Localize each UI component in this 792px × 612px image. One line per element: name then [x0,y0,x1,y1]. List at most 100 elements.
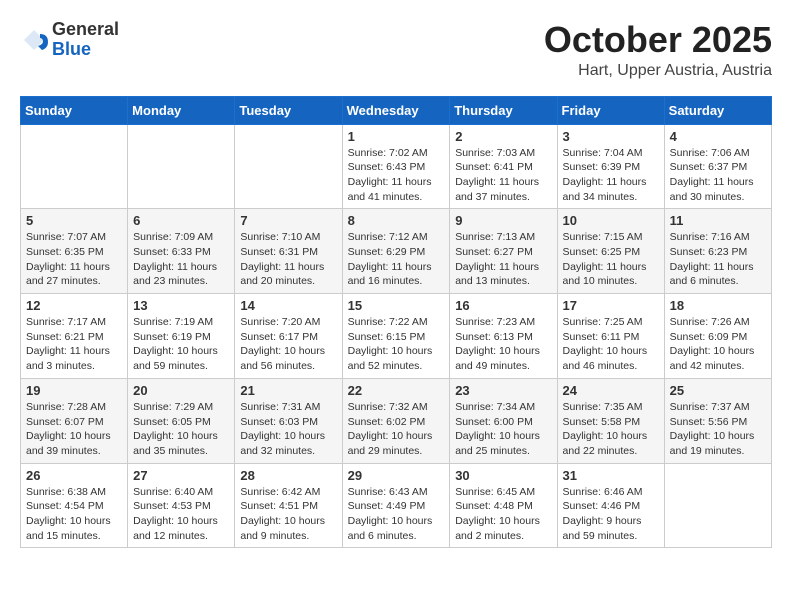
logo-blue: Blue [52,40,119,60]
cell-content: Sunrise: 7:07 AM Sunset: 6:35 PM Dayligh… [26,230,122,289]
day-number: 22 [348,383,445,398]
day-number: 6 [133,213,229,228]
day-number: 19 [26,383,122,398]
cell-content: Sunrise: 7:12 AM Sunset: 6:29 PM Dayligh… [348,230,445,289]
calendar-cell: 7Sunrise: 7:10 AM Sunset: 6:31 PM Daylig… [235,209,342,294]
cell-content: Sunrise: 6:45 AM Sunset: 4:48 PM Dayligh… [455,485,551,544]
calendar-cell: 26 Sunrise: 6:38 AM Sunset: 4:54 PM Dayli… [21,463,128,548]
cell-content: Sunrise: 7:16 AM Sunset: 6:23 PM Dayligh… [670,230,766,289]
calendar-week-row: 1Sunrise: 7:02 AM Sunset: 6:43 PM Daylig… [21,124,772,209]
calendar-cell: 23Sunrise: 7:34 AM Sunset: 6:00 PM Dayli… [450,378,557,463]
calendar-cell: 3 Sunrise: 7:04 AM Sunset: 6:39 PM Daylig… [557,124,664,209]
cell-content: Sunrise: 7:02 AM Sunset: 6:43 PM Dayligh… [348,146,445,205]
calendar-cell: 6 Sunrise: 7:09 AM Sunset: 6:33 PM Daylig… [128,209,235,294]
logo: General Blue [20,20,119,60]
cell-content: Sunrise: 7:26 AM Sunset: 6:09 PM Dayligh… [670,315,766,374]
calendar-table: SundayMondayTuesdayWednesdayThursdayFrid… [20,96,772,549]
calendar-cell: 29 Sunrise: 6:43 AM Sunset: 4:49 PM Dayli… [342,463,450,548]
calendar-week-row: 19Sunrise: 7:28 AM Sunset: 6:07 PM Dayli… [21,378,772,463]
day-number: 16 [455,298,551,313]
cell-content: Sunrise: 7:10 AM Sunset: 6:31 PM Dayligh… [240,230,336,289]
day-number: 29 [348,468,445,483]
logo-text: General Blue [52,20,119,60]
calendar-cell: 21 Sunrise: 7:31 AM Sunset: 6:03 PM Dayli… [235,378,342,463]
calendar-cell [664,463,771,548]
calendar-cell: 17Sunrise: 7:25 AM Sunset: 6:11 PM Dayli… [557,294,664,379]
day-number: 21 [240,383,336,398]
cell-content: Sunrise: 6:43 AM Sunset: 4:49 PM Dayligh… [348,485,445,544]
page-header: General Blue October 2025 Hart, Upper Au… [20,20,772,80]
weekday-header: Monday [128,96,235,124]
day-number: 5 [26,213,122,228]
day-number: 18 [670,298,766,313]
day-number: 11 [670,213,766,228]
cell-content: Sunrise: 7:20 AM Sunset: 6:17 PM Dayligh… [240,315,336,374]
calendar-cell: 4Sunrise: 7:06 AM Sunset: 6:37 PM Daylig… [664,124,771,209]
calendar-week-row: 12 Sunrise: 7:17 AM Sunset: 6:21 PM Dayli… [21,294,772,379]
calendar-cell: 27Sunrise: 6:40 AM Sunset: 4:53 PM Dayli… [128,463,235,548]
day-number: 13 [133,298,229,313]
weekday-header: Tuesday [235,96,342,124]
calendar-cell: 10 Sunrise: 7:15 AM Sunset: 6:25 PM Dayli… [557,209,664,294]
calendar-week-row: 26 Sunrise: 6:38 AM Sunset: 4:54 PM Dayli… [21,463,772,548]
day-number: 25 [670,383,766,398]
day-number: 12 [26,298,122,313]
day-number: 27 [133,468,229,483]
cell-content: Sunrise: 7:22 AM Sunset: 6:15 PM Dayligh… [348,315,445,374]
day-number: 2 [455,129,551,144]
calendar-cell: 16 Sunrise: 7:23 AM Sunset: 6:13 PM Dayli… [450,294,557,379]
day-number: 28 [240,468,336,483]
cell-content: Sunrise: 6:38 AM Sunset: 4:54 PM Dayligh… [26,485,122,544]
weekday-header: Friday [557,96,664,124]
calendar-cell: 14 Sunrise: 7:20 AM Sunset: 6:17 PM Dayli… [235,294,342,379]
calendar-cell: 28 Sunrise: 6:42 AM Sunset: 4:51 PM Dayli… [235,463,342,548]
cell-content: Sunrise: 7:25 AM Sunset: 6:11 PM Dayligh… [563,315,659,374]
weekday-header: Wednesday [342,96,450,124]
day-number: 14 [240,298,336,313]
title-block: October 2025 Hart, Upper Austria, Austri… [544,20,772,80]
day-number: 20 [133,383,229,398]
cell-content: Sunrise: 7:37 AM Sunset: 5:56 PM Dayligh… [670,400,766,459]
calendar-cell [21,124,128,209]
day-number: 15 [348,298,445,313]
calendar-week-row: 5 Sunrise: 7:07 AM Sunset: 6:35 PM Daylig… [21,209,772,294]
cell-content: Sunrise: 7:17 AM Sunset: 6:21 PM Dayligh… [26,315,122,374]
day-number: 9 [455,213,551,228]
calendar-cell: 19Sunrise: 7:28 AM Sunset: 6:07 PM Dayli… [21,378,128,463]
cell-content: Sunrise: 7:31 AM Sunset: 6:03 PM Dayligh… [240,400,336,459]
location: Hart, Upper Austria, Austria [544,62,772,80]
calendar-cell: 31Sunrise: 6:46 AM Sunset: 4:46 PM Dayli… [557,463,664,548]
calendar-cell: 22Sunrise: 7:32 AM Sunset: 6:02 PM Dayli… [342,378,450,463]
cell-content: Sunrise: 7:13 AM Sunset: 6:27 PM Dayligh… [455,230,551,289]
weekday-header: Sunday [21,96,128,124]
day-number: 24 [563,383,659,398]
cell-content: Sunrise: 7:04 AM Sunset: 6:39 PM Dayligh… [563,146,659,205]
calendar-cell: 30 Sunrise: 6:45 AM Sunset: 4:48 PM Dayli… [450,463,557,548]
calendar-cell: 2 Sunrise: 7:03 AM Sunset: 6:41 PM Daylig… [450,124,557,209]
weekday-header: Thursday [450,96,557,124]
calendar-cell: 1Sunrise: 7:02 AM Sunset: 6:43 PM Daylig… [342,124,450,209]
day-number: 3 [563,129,659,144]
cell-content: Sunrise: 7:09 AM Sunset: 6:33 PM Dayligh… [133,230,229,289]
cell-content: Sunrise: 7:29 AM Sunset: 6:05 PM Dayligh… [133,400,229,459]
calendar-cell: 25 Sunrise: 7:37 AM Sunset: 5:56 PM Dayli… [664,378,771,463]
calendar-cell: 9 Sunrise: 7:13 AM Sunset: 6:27 PM Daylig… [450,209,557,294]
calendar-cell [235,124,342,209]
day-number: 26 [26,468,122,483]
calendar-cell: 20 Sunrise: 7:29 AM Sunset: 6:05 PM Dayli… [128,378,235,463]
cell-content: Sunrise: 7:23 AM Sunset: 6:13 PM Dayligh… [455,315,551,374]
calendar-cell: 24Sunrise: 7:35 AM Sunset: 5:58 PM Dayli… [557,378,664,463]
day-number: 10 [563,213,659,228]
cell-content: Sunrise: 7:19 AM Sunset: 6:19 PM Dayligh… [133,315,229,374]
cell-content: Sunrise: 7:03 AM Sunset: 6:41 PM Dayligh… [455,146,551,205]
calendar-cell [128,124,235,209]
day-number: 4 [670,129,766,144]
day-number: 30 [455,468,551,483]
calendar-header-row: SundayMondayTuesdayWednesdayThursdayFrid… [21,96,772,124]
logo-general: General [52,20,119,40]
calendar-cell: 11 Sunrise: 7:16 AM Sunset: 6:23 PM Dayli… [664,209,771,294]
cell-content: Sunrise: 6:42 AM Sunset: 4:51 PM Dayligh… [240,485,336,544]
cell-content: Sunrise: 7:15 AM Sunset: 6:25 PM Dayligh… [563,230,659,289]
logo-icon [20,26,48,54]
month-title: October 2025 [544,20,772,60]
